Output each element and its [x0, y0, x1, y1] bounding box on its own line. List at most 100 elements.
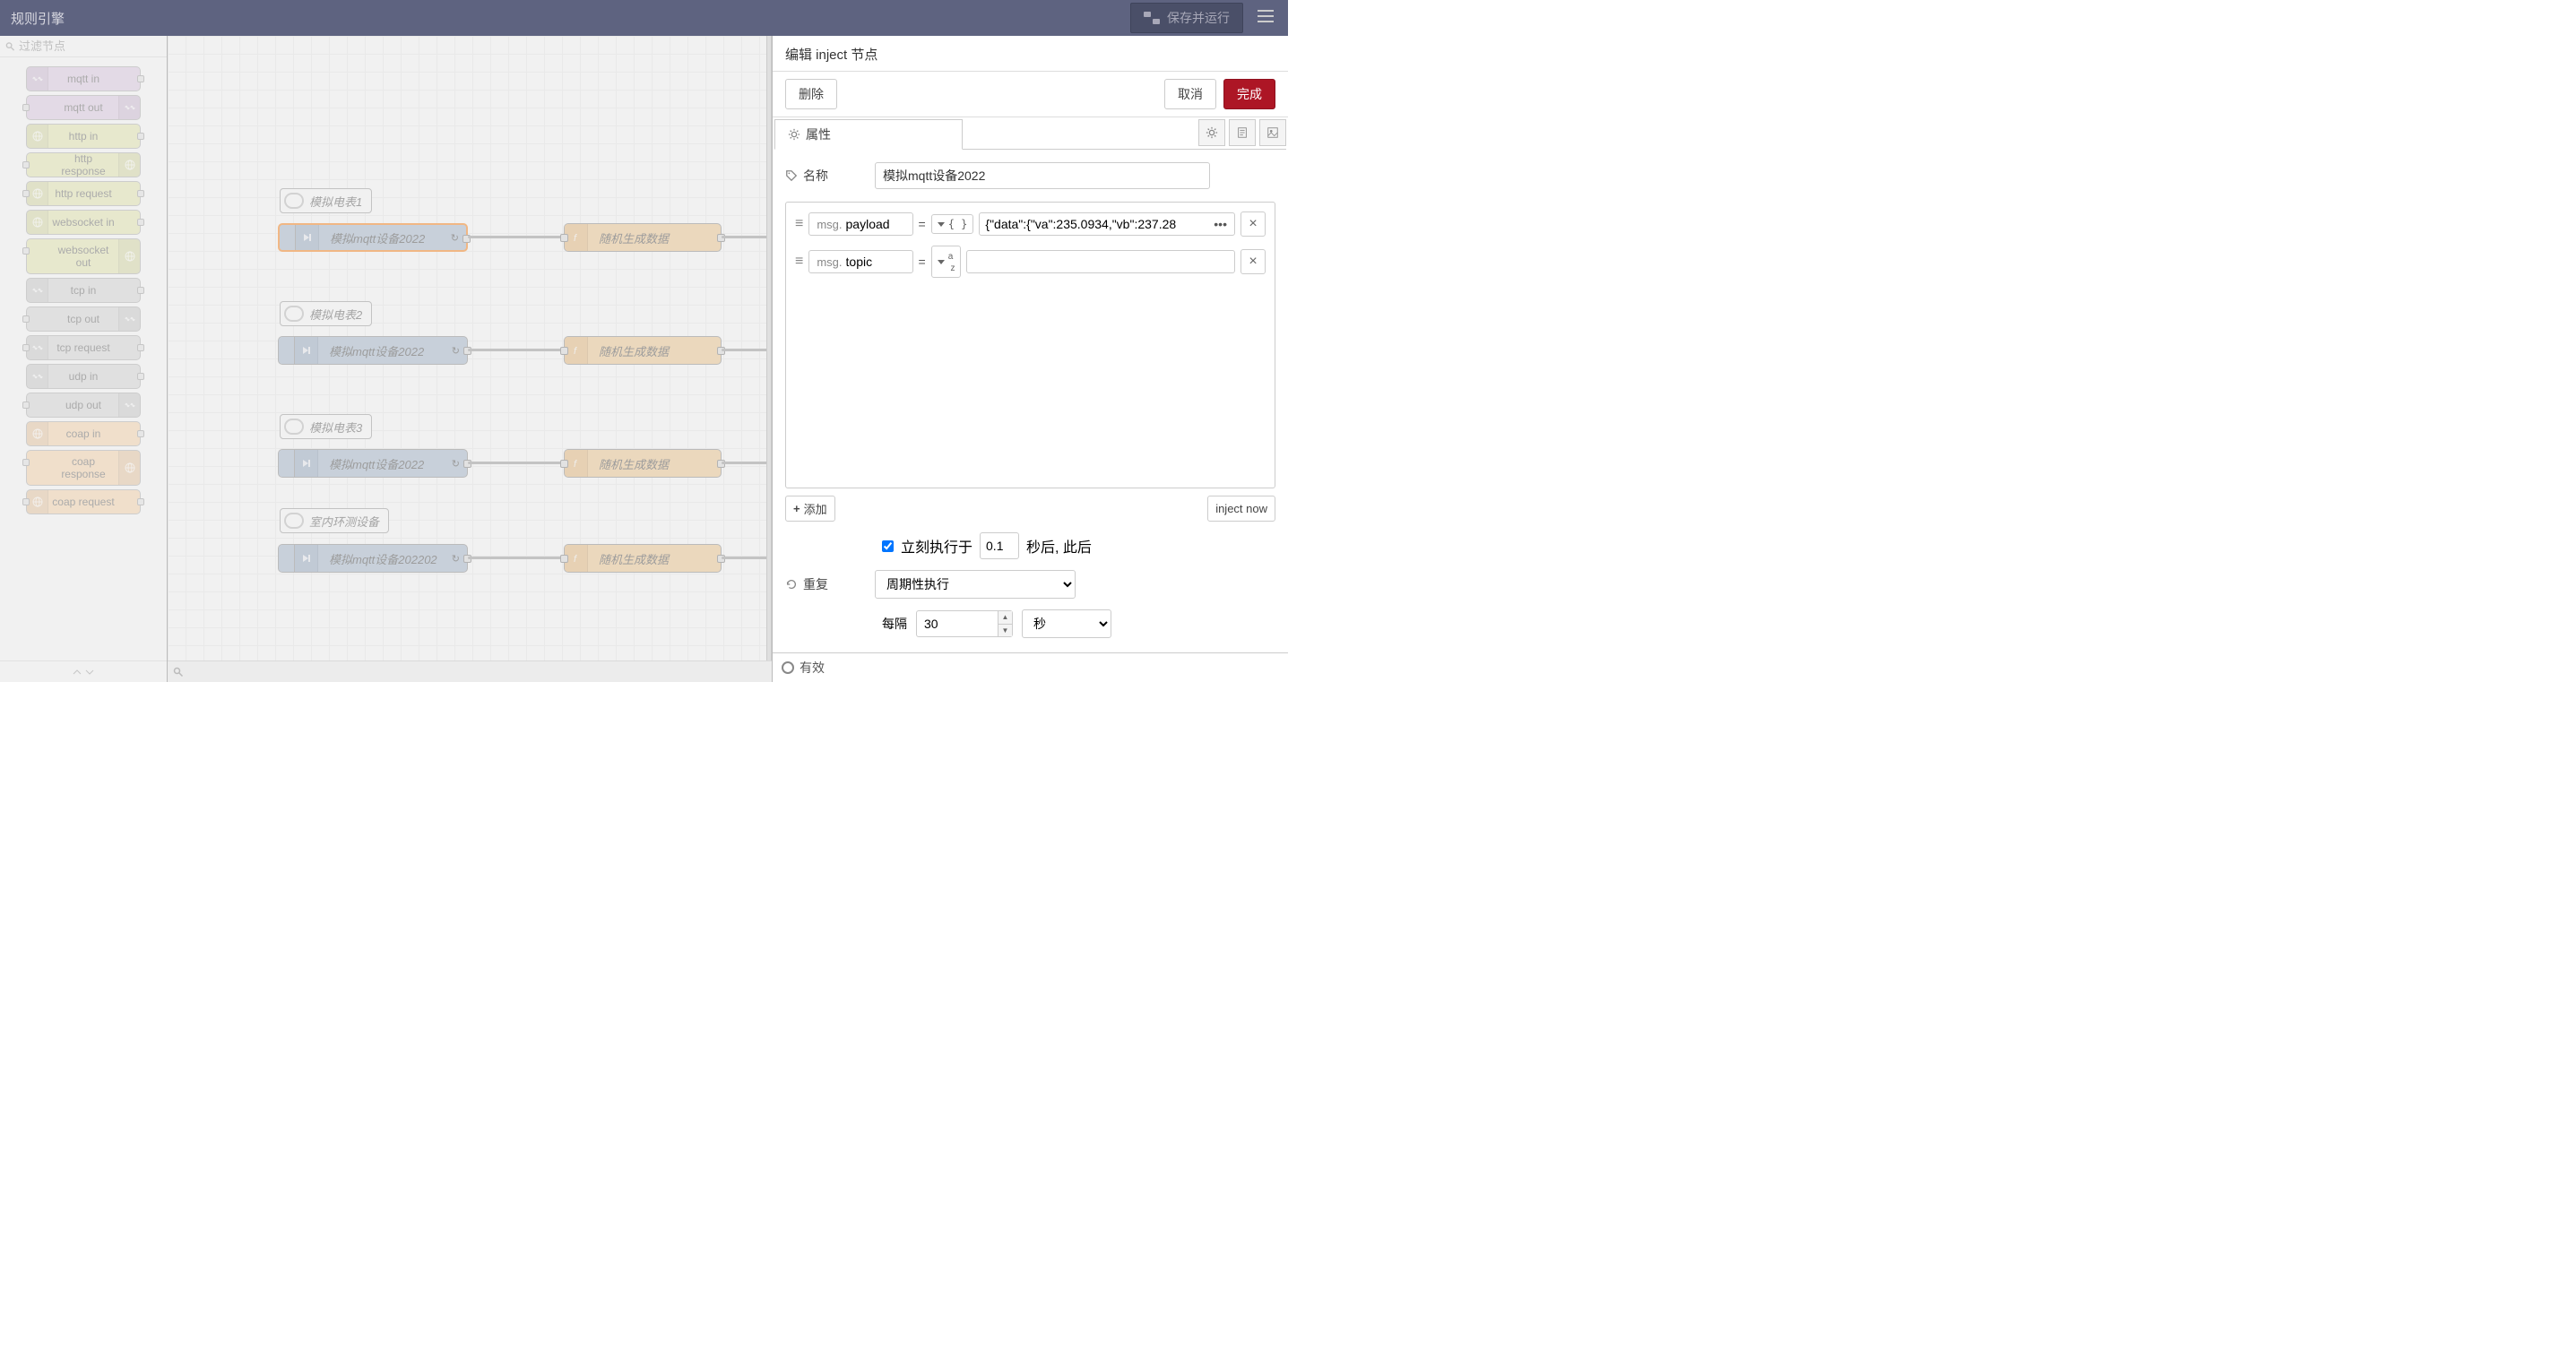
inject-node[interactable]: 模拟mqtt设备2022↻ — [278, 223, 468, 252]
palette-node-mqtt-out[interactable]: mqtt out — [26, 95, 141, 120]
property-name-input[interactable]: msg. — [808, 250, 912, 273]
svg-text:f: f — [574, 554, 577, 565]
repeat-mode-select[interactable]: 周期性执行 — [875, 570, 1076, 599]
interval-decrement[interactable]: ▼ — [998, 625, 1012, 637]
name-input[interactable] — [875, 162, 1210, 189]
interval-increment[interactable]: ▲ — [998, 611, 1012, 625]
property-name-input[interactable]: msg. — [808, 212, 912, 236]
chevron-down-icon — [938, 260, 945, 264]
repeat-icon — [785, 578, 798, 591]
node-type-icon — [118, 239, 140, 273]
search-icon[interactable] — [173, 667, 184, 678]
enabled-toggle[interactable] — [782, 661, 794, 674]
collapse-up-icon[interactable] — [73, 668, 82, 677]
input-port[interactable] — [560, 460, 568, 468]
properties-tab[interactable]: 属性 — [774, 119, 963, 150]
palette-node-coap-response[interactable]: coap response — [26, 450, 141, 486]
settings-tab-button[interactable] — [1198, 119, 1225, 146]
function-node[interactable]: f随机生成数据 — [564, 544, 722, 573]
palette-node-tcp-in[interactable]: tcp in — [26, 278, 141, 303]
collapse-down-icon[interactable] — [85, 668, 94, 677]
palette-node-udp-in[interactable]: udp in — [26, 364, 141, 389]
palette-nodes-list: mqtt in mqtt out http in http response http … — [0, 57, 167, 660]
comment-node[interactable]: 室内环测设备 — [280, 508, 389, 533]
palette-search-input[interactable] — [19, 39, 161, 53]
inject-now-button[interactable]: inject now — [1207, 496, 1275, 522]
inject-node[interactable]: 模拟mqtt设备2022↻ — [278, 449, 468, 478]
palette-node-websocket-out[interactable]: websocket out — [26, 238, 141, 274]
function-node[interactable]: f 随机生成数据 — [564, 223, 722, 252]
add-property-button[interactable]: +添加 — [785, 496, 835, 522]
palette-node-label: mqtt in — [52, 73, 115, 85]
delete-property-button[interactable]: × — [1240, 212, 1266, 237]
workspace[interactable]: 模拟电表1 模拟电表2 模拟电表3 室内环测设备 模拟mqtt设备2022↻ 模拟mqtt… — [168, 36, 772, 682]
comment-node[interactable]: 模拟电表1 — [280, 188, 372, 213]
palette-node-websocket-in[interactable]: websocket in — [26, 210, 141, 235]
name-label: 名称 — [785, 167, 866, 185]
palette-node-label: http request — [52, 187, 115, 200]
palette-node-http-request[interactable]: http request — [26, 181, 141, 206]
workspace-divider[interactable] — [766, 36, 772, 660]
palette-node-label: tcp in — [52, 284, 115, 297]
inject-node[interactable]: 模拟mqtt设备202202↻ — [278, 544, 468, 573]
delete-property-button[interactable]: × — [1240, 249, 1266, 274]
initial-delay-input[interactable] — [980, 532, 1019, 559]
inject-trigger-button[interactable] — [279, 337, 295, 364]
node-label: 模拟mqtt设备202202 — [318, 550, 448, 567]
property-type-select[interactable]: a z — [931, 246, 962, 278]
palette-node-coap-in[interactable]: coap in — [26, 421, 141, 446]
interval-unit-select[interactable]: 秒 — [1022, 609, 1111, 638]
palette-node-tcp-request[interactable]: tcp request — [26, 335, 141, 360]
deploy-icon — [1144, 12, 1160, 24]
execute-immediately-checkbox[interactable] — [882, 540, 894, 552]
node-label: 随机生成数据 — [588, 229, 679, 246]
input-port[interactable] — [560, 347, 568, 355]
gear-icon — [1206, 126, 1218, 139]
cancel-button[interactable]: 取消 — [1164, 79, 1216, 109]
inject-icon — [295, 450, 318, 477]
inject-node[interactable]: 模拟mqtt设备2022↻ — [278, 336, 468, 365]
repeat-indicator-icon: ↻ — [452, 458, 460, 470]
node-type-icon — [27, 490, 48, 514]
palette-node-label: udp out — [52, 399, 115, 411]
expand-icon[interactable]: ••• — [1210, 217, 1231, 231]
node-type-icon — [118, 393, 140, 417]
inject-icon — [295, 337, 318, 364]
hamburger-icon — [1258, 10, 1274, 22]
comment-node[interactable]: 模拟电表3 — [280, 414, 372, 439]
function-node[interactable]: f随机生成数据 — [564, 449, 722, 478]
palette-node-coap-request[interactable]: coap request — [26, 489, 141, 514]
palette-node-label: tcp out — [52, 313, 115, 325]
drag-handle-icon[interactable]: ≡ — [795, 216, 803, 232]
palette-node-udp-out[interactable]: udp out — [26, 393, 141, 418]
comment-node[interactable]: 模拟电表2 — [280, 301, 372, 326]
edit-panel: 编辑 inject 节点 删除 取消 完成 属性 — [772, 36, 1288, 682]
palette-node-label: tcp request — [52, 341, 115, 354]
drag-handle-icon[interactable]: ≡ — [795, 254, 803, 270]
input-port[interactable] — [560, 555, 568, 563]
palette-node-tcp-out[interactable]: tcp out — [26, 306, 141, 332]
inject-trigger-button[interactable] — [280, 225, 296, 250]
node-type-icon — [27, 125, 48, 148]
function-node[interactable]: f随机生成数据 — [564, 336, 722, 365]
inject-trigger-button[interactable] — [279, 545, 295, 572]
input-port[interactable] — [560, 234, 568, 242]
execute-immediately-label: 立刻执行于 — [901, 535, 972, 557]
description-tab-button[interactable] — [1229, 119, 1256, 146]
node-type-icon — [27, 336, 48, 359]
property-value-input[interactable] — [966, 250, 1235, 273]
svg-text:f: f — [574, 233, 577, 244]
deploy-button[interactable]: 保存并运行 — [1130, 3, 1243, 33]
palette-node-http-response[interactable]: http response — [26, 152, 141, 177]
appearance-tab-button[interactable] — [1259, 119, 1286, 146]
property-value-input[interactable]: ••• — [979, 212, 1235, 236]
delete-button[interactable]: 删除 — [785, 79, 837, 109]
node-type-icon — [27, 182, 48, 205]
property-type-select[interactable]: { } — [931, 214, 974, 234]
inject-trigger-button[interactable] — [279, 450, 295, 477]
palette-node-mqtt-in[interactable]: mqtt in — [26, 66, 141, 91]
main-menu-button[interactable] — [1254, 6, 1277, 30]
palette-node-http-in[interactable]: http in — [26, 124, 141, 149]
done-button[interactable]: 完成 — [1223, 79, 1275, 109]
palette-node-label: websocket in — [52, 216, 115, 229]
